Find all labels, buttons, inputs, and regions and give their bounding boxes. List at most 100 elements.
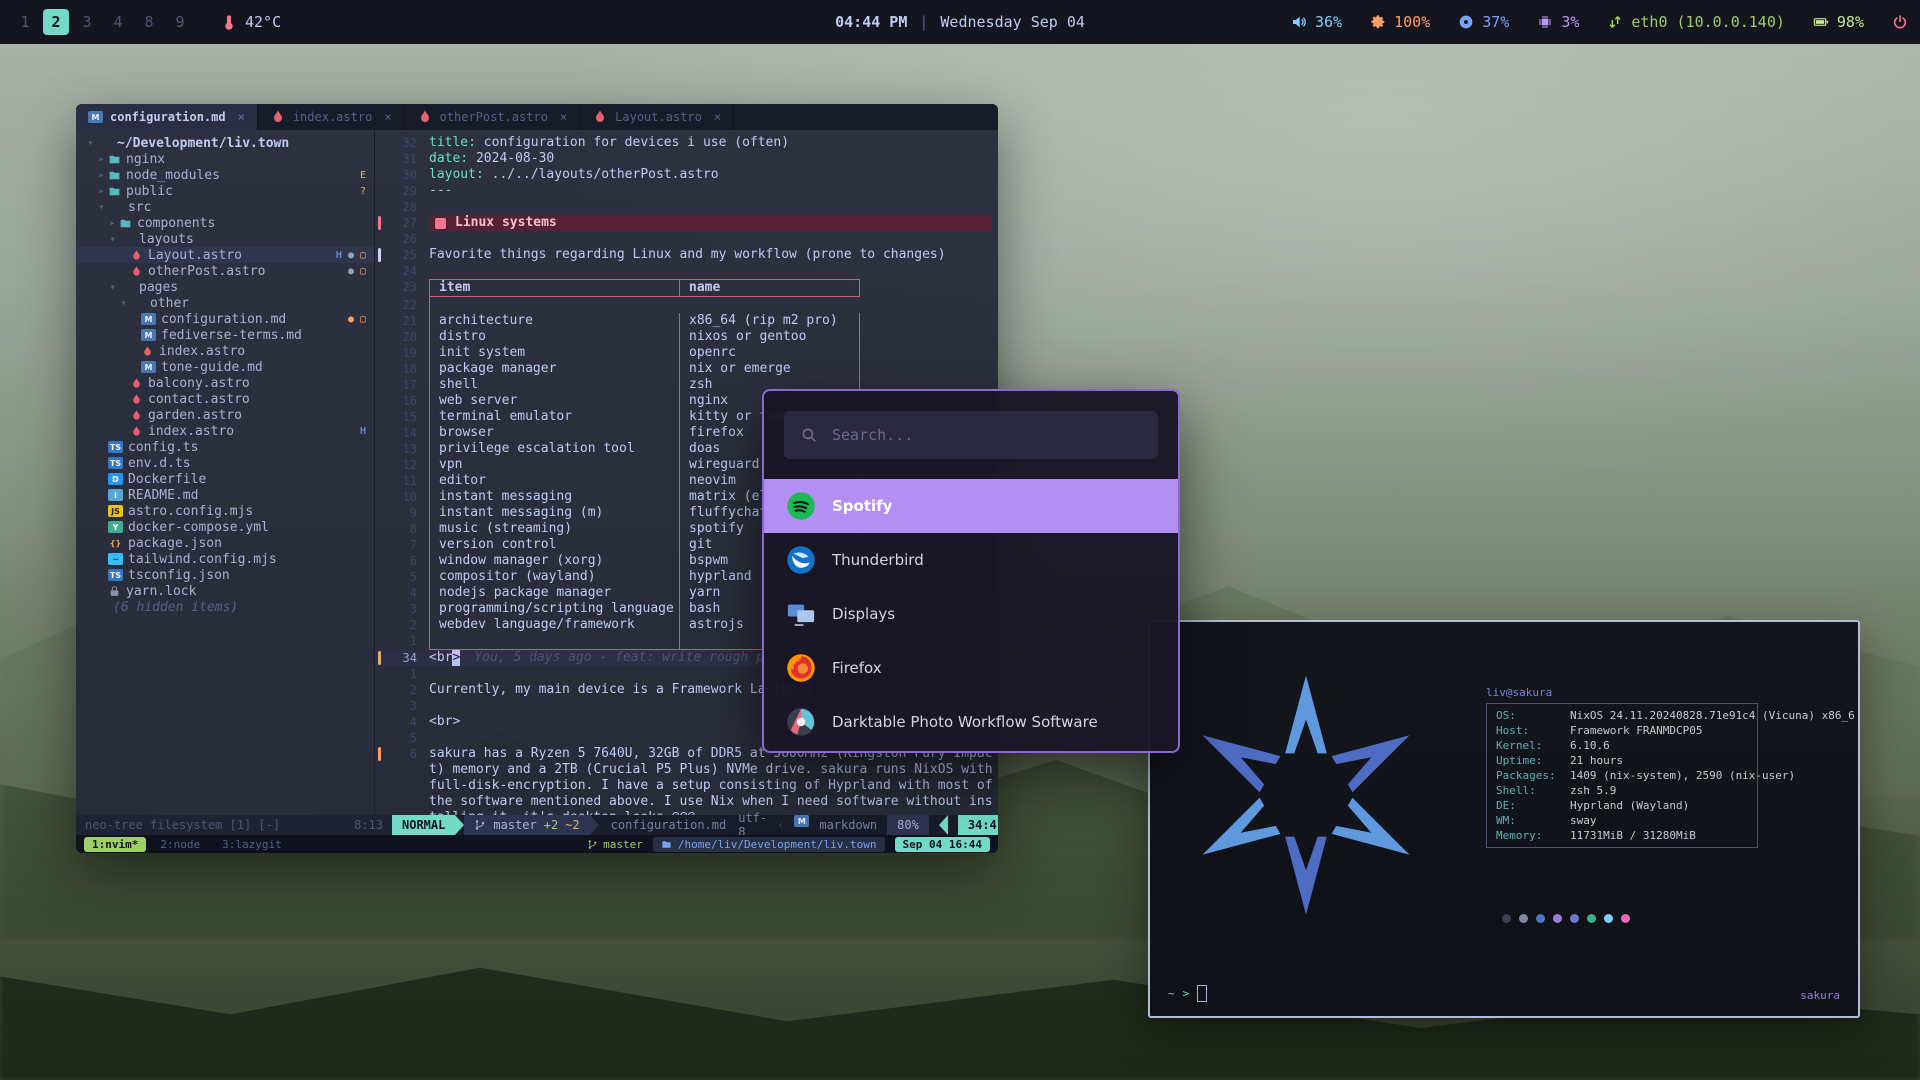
tree-item-otherPost.astro[interactable]: otherPost.astro●▢ bbox=[76, 263, 374, 279]
tree-item-yarn.lock[interactable]: yarn.lock bbox=[76, 583, 374, 599]
tree-item-layouts[interactable]: ▾layouts bbox=[76, 231, 374, 247]
tree-item-index.astro[interactable]: index.astro bbox=[76, 343, 374, 359]
tab-configuration.md[interactable]: Mconfiguration.md× bbox=[76, 104, 258, 130]
tmux-window-1:nvim*[interactable]: 1:nvim* bbox=[84, 837, 146, 852]
shell-prompt[interactable]: ~ > bbox=[1168, 985, 1207, 1002]
buffer-line: 18package managernix or emerge bbox=[375, 361, 998, 377]
module-battery[interactable]: 98% bbox=[1813, 13, 1864, 31]
tree-item-index.astro[interactable]: index.astroH bbox=[76, 423, 374, 439]
tree-item-Layout.astro[interactable]: Layout.astroH●▢ bbox=[76, 247, 374, 263]
tree-item-fediverse-terms.md[interactable]: Mfediverse-terms.md bbox=[76, 327, 374, 343]
terminal-window[interactable]: liv@sakura OS:NixOS 24.11.20240828.71e91… bbox=[1148, 620, 1860, 1018]
tab-index.astro[interactable]: index.astro× bbox=[258, 104, 405, 130]
tree-item-src[interactable]: ▾src bbox=[76, 199, 374, 215]
tree-item-node_modules[interactable]: ▸node_modulesE bbox=[76, 167, 374, 183]
tree-item-balcony.astro[interactable]: balcony.astro bbox=[76, 375, 374, 391]
workspace-button-1[interactable]: 1 bbox=[12, 9, 38, 35]
tree-item-tsconfig.json[interactable]: TStsconfig.json bbox=[76, 567, 374, 583]
penguin-icon bbox=[435, 218, 446, 229]
buffer-line: 25Favorite things regarding Linux and my… bbox=[375, 247, 998, 263]
tab-close-icon[interactable]: × bbox=[560, 110, 567, 124]
workspace-button-3[interactable]: 3 bbox=[74, 9, 100, 35]
tab-label: Layout.astro bbox=[615, 110, 702, 124]
fetch-label: Uptime: bbox=[1496, 753, 1570, 768]
tree-item-components[interactable]: ▸components bbox=[76, 215, 374, 231]
buffer-line-text bbox=[429, 297, 998, 313]
launcher-item-Firefox[interactable]: Firefox bbox=[764, 641, 1178, 695]
module-network-value: eth0 (10.0.0.140) bbox=[1631, 13, 1785, 31]
fetch-value: 21 hours bbox=[1570, 753, 1623, 768]
tree-item-pages[interactable]: ▾pages bbox=[76, 279, 374, 295]
gutter-sign bbox=[375, 505, 383, 521]
launcher-item-Darktable Photo Workflow Software[interactable]: Darktable Photo Workflow Software bbox=[764, 695, 1178, 749]
gutter-sign bbox=[375, 279, 383, 297]
module-network[interactable]: eth0 (10.0.0.140) bbox=[1607, 13, 1785, 31]
tab-close-icon[interactable]: × bbox=[238, 110, 245, 124]
search-input[interactable] bbox=[830, 425, 1142, 445]
workspace-button-9[interactable]: 9 bbox=[167, 9, 193, 35]
tmux-windows: 1:nvim* 2:node 3:lazygit bbox=[84, 837, 290, 852]
workspaces: 123489 bbox=[12, 9, 193, 35]
prompt-chevron: > bbox=[1183, 987, 1190, 1000]
tree-item-~/Development/liv.town[interactable]: ▾~/Development/liv.town bbox=[76, 135, 374, 151]
network-icon bbox=[1607, 14, 1623, 30]
tmux-window-3:lazygit[interactable]: 3:lazygit bbox=[214, 837, 290, 852]
power-button[interactable] bbox=[1892, 14, 1908, 30]
badge: ▢ bbox=[360, 250, 366, 261]
launcher-item-Displays[interactable]: Displays bbox=[764, 587, 1178, 641]
tree-file-icon: TS bbox=[108, 457, 123, 469]
tree-item-configuration.md[interactable]: Mconfiguration.md●▢ bbox=[76, 311, 374, 327]
module-brightness-value: 100% bbox=[1394, 13, 1430, 31]
diff-added: +2 bbox=[544, 818, 558, 832]
tree-item-nginx[interactable]: ▸nginx bbox=[76, 151, 374, 167]
tree-file-icon bbox=[130, 265, 143, 278]
buffer-line-text: package managernix or emerge bbox=[429, 361, 998, 377]
palette-dot bbox=[1536, 914, 1545, 923]
line-number: 6 bbox=[383, 746, 429, 762]
tree-item-astro.config.mjs[interactable]: JSastro.config.mjs bbox=[76, 503, 374, 519]
tree-item-env.d.ts[interactable]: TSenv.d.ts bbox=[76, 455, 374, 471]
tree-item-contact.astro[interactable]: contact.astro bbox=[76, 391, 374, 407]
workspace-button-4[interactable]: 4 bbox=[105, 9, 131, 35]
module-brightness[interactable]: 100% bbox=[1370, 13, 1430, 31]
nixos-logo bbox=[1176, 630, 1436, 960]
tree-item-(6 hidden items)[interactable]: (6 hidden items) bbox=[76, 599, 374, 615]
launcher-item-Thunderbird[interactable]: Thunderbird bbox=[764, 533, 1178, 587]
tree-item-package.json[interactable]: {}package.json bbox=[76, 535, 374, 551]
tree-item-public[interactable]: ▸public? bbox=[76, 183, 374, 199]
tree-item-Dockerfile[interactable]: DDockerfile bbox=[76, 471, 374, 487]
buffer-line-text: title: configuration for devices i use (… bbox=[429, 135, 998, 151]
launcher-item-Spotify[interactable]: Spotify bbox=[764, 479, 1178, 533]
tab-label: configuration.md bbox=[110, 110, 226, 124]
tree-file-icon: JS bbox=[108, 505, 123, 517]
gutter-sign bbox=[375, 151, 383, 167]
module-volume[interactable]: 36% bbox=[1291, 13, 1342, 31]
tree-item-other[interactable]: ▾other bbox=[76, 295, 374, 311]
tab-close-icon[interactable]: × bbox=[384, 110, 391, 124]
buffer-line-text bbox=[429, 231, 998, 247]
tree-item-docker-compose.yml[interactable]: Ydocker-compose.yml bbox=[76, 519, 374, 535]
workspace-button-2[interactable]: 2 bbox=[43, 9, 69, 35]
tree-file-icon: D bbox=[108, 473, 123, 485]
thermometer-icon bbox=[221, 14, 237, 30]
tree-file-icon bbox=[130, 377, 143, 390]
gutter-sign bbox=[375, 473, 383, 489]
launcher-search[interactable] bbox=[784, 411, 1158, 459]
tab-otherPost.astro[interactable]: otherPost.astro× bbox=[405, 104, 581, 130]
tree-item-garden.astro[interactable]: garden.astro bbox=[76, 407, 374, 423]
badge: ▢ bbox=[360, 314, 366, 325]
tree-item-README.md[interactable]: iREADME.md bbox=[76, 487, 374, 503]
tree-item-tone-guide.md[interactable]: Mtone-guide.md bbox=[76, 359, 374, 375]
tab-Layout.astro[interactable]: Layout.astro × bbox=[580, 104, 734, 130]
tree-item-config.ts[interactable]: TSconfig.ts bbox=[76, 439, 374, 455]
module-disk[interactable]: 37% bbox=[1458, 13, 1509, 31]
line-number: 28 bbox=[383, 199, 429, 215]
neotree-cursor-pos: 8:13 bbox=[354, 818, 383, 832]
tmux-path: /home/liv/Development/liv.town bbox=[678, 838, 877, 851]
tree-item-tailwind.config.mjs[interactable]: ~tailwind.config.mjs bbox=[76, 551, 374, 567]
workspace-button-8[interactable]: 8 bbox=[136, 9, 162, 35]
tmux-window-2:node[interactable]: 2:node bbox=[152, 837, 208, 852]
tab-close-icon[interactable]: × bbox=[714, 110, 721, 124]
launcher-results: SpotifyThunderbirdDisplaysFirefoxDarktab… bbox=[764, 479, 1178, 749]
module-memory[interactable]: 3% bbox=[1537, 13, 1579, 31]
